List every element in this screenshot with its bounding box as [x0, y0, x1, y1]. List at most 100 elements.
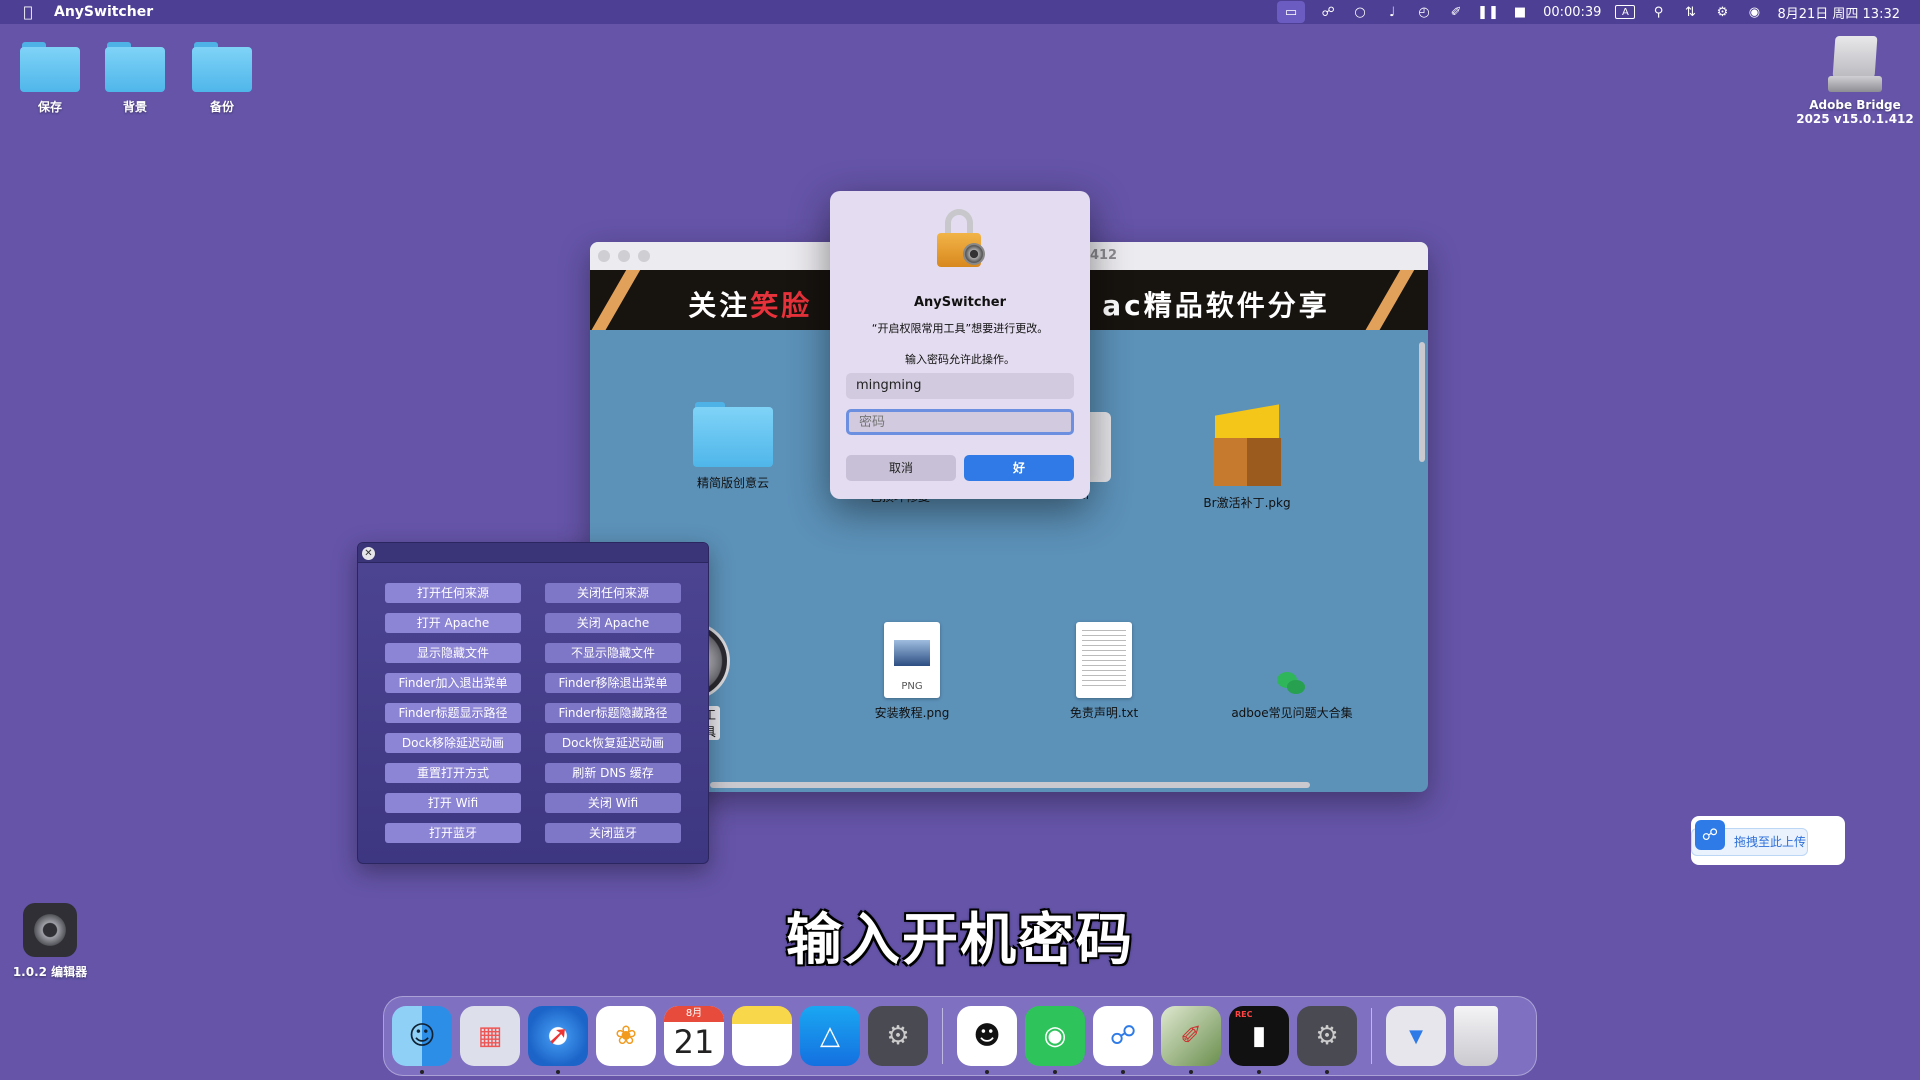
- file-item-disclaimer-txt[interactable]: 免责声明.txt: [1034, 622, 1174, 721]
- tool-button-grid: 打开任何来源 关闭任何来源 打开 Apache 关闭 Apache 显示隐藏文件…: [385, 583, 681, 843]
- vertical-scrollbar[interactable]: [1419, 342, 1425, 462]
- btn-flush-dns[interactable]: 刷新 DNS 缓存: [545, 763, 681, 783]
- wechat-status-icon[interactable]: ○: [1351, 4, 1369, 20]
- editor-icon[interactable]: ✐: [1161, 1006, 1221, 1074]
- banner-text-left: 关注: [688, 289, 751, 322]
- btn-finder-hide-path[interactable]: Finder标题隐藏路径: [545, 703, 681, 723]
- appstore-icon[interactable]: △: [800, 1006, 860, 1066]
- file-item-tutorial-png[interactable]: PNG 安装教程.png: [842, 622, 982, 721]
- video-subtitle: 输入开机密码: [786, 908, 1134, 973]
- dialog-message: “开启权限常用工具”想要进行更改。: [871, 322, 1049, 335]
- horizontal-scrollbar[interactable]: [710, 782, 1310, 788]
- desktop-folder-label: 保存: [37, 100, 62, 114]
- desktop-folder-background[interactable]: 背景: [95, 42, 175, 115]
- window-zoom-button[interactable]: [638, 250, 650, 262]
- control-center-icon[interactable]: ⚙: [1713, 4, 1731, 20]
- dialog-prompt: 输入密码允许此操作。: [905, 353, 1015, 366]
- calendar-day: 21: [673, 1023, 715, 1061]
- btn-enable-any-source[interactable]: 打开任何来源: [385, 583, 521, 603]
- btn-bluetooth-on[interactable]: 打开蓝牙: [385, 823, 521, 843]
- desktop-folder-save[interactable]: 保存: [10, 42, 90, 115]
- time-machine-icon[interactable]: ◴: [1415, 4, 1433, 20]
- input-method-indicator[interactable]: A: [1615, 5, 1636, 19]
- menubar-app-name[interactable]: AnySwitcher: [54, 4, 153, 20]
- btn-hide-hidden-files[interactable]: 不显示隐藏文件: [545, 643, 681, 663]
- btn-show-hidden-files[interactable]: 显示隐藏文件: [385, 643, 521, 663]
- file-item-label: 安装教程.png: [874, 706, 950, 720]
- recorder-icon[interactable]: REC ▮: [1229, 1006, 1289, 1074]
- btn-finder-remove-quit[interactable]: Finder移除退出菜单: [545, 673, 681, 693]
- edit-circle-icon[interactable]: ✐: [1447, 4, 1465, 20]
- calendar-icon[interactable]: 8月 21: [664, 1006, 724, 1066]
- settings-icon[interactable]: ⚙: [1297, 1006, 1357, 1074]
- desktop-folder-backup[interactable]: 备份: [182, 42, 262, 115]
- baidu-netdisk-status-icon[interactable]: ☍: [1319, 4, 1337, 20]
- banner-text-right: ac精品软件分享: [1102, 289, 1330, 322]
- btn-disable-any-source[interactable]: 关闭任何来源: [545, 583, 681, 603]
- launchpad-icon[interactable]: ▦: [460, 1006, 520, 1066]
- png-file-icon: PNG: [884, 622, 940, 698]
- btn-wifi-on[interactable]: 打开 Wifi: [385, 793, 521, 813]
- tool-panel-titlebar[interactable]: ✕: [358, 543, 708, 563]
- notification-bell-icon[interactable]: ♩: [1383, 4, 1401, 20]
- desktop-folder-label: 背景: [122, 100, 147, 114]
- notes-icon[interactable]: [732, 1006, 792, 1066]
- safari-icon[interactable]: ➚: [528, 1006, 588, 1074]
- downloads-stack-icon[interactable]: ▼: [1386, 1006, 1446, 1066]
- permission-tool-panel: ✕ 打开任何来源 关闭任何来源 打开 Apache 关闭 Apache 显示隐藏…: [357, 542, 709, 864]
- finder-icon[interactable]: ☺: [392, 1006, 452, 1074]
- file-item-br-patch-pkg[interactable]: Br激活补丁.pkg: [1177, 404, 1317, 511]
- folder-icon: [20, 42, 80, 92]
- btn-enable-apache[interactable]: 打开 Apache: [385, 613, 521, 633]
- btn-dock-remove-delay[interactable]: Dock移除延迟动画: [385, 733, 521, 753]
- username-field[interactable]: [846, 373, 1074, 399]
- text-file-icon: [1076, 622, 1132, 698]
- wechat-icon[interactable]: ◉: [1025, 1006, 1085, 1074]
- ok-button[interactable]: 好: [964, 455, 1074, 481]
- btn-bluetooth-off[interactable]: 关闭蓝牙: [545, 823, 681, 843]
- photos-icon[interactable]: ❀: [596, 1006, 656, 1066]
- banner-text-highlight: 笑脸: [750, 289, 813, 322]
- qq-icon[interactable]: ☻: [957, 1006, 1017, 1074]
- baidu-netdisk-icon: ☍: [1695, 820, 1725, 850]
- desktop-disk-adobe-bridge[interactable]: Adobe Bridge 2025 v15.0.1.412: [1790, 36, 1920, 126]
- apple-menu-icon[interactable]: : [20, 4, 36, 20]
- upload-drop-widget[interactable]: 拖拽至此上传 ☍: [1691, 816, 1845, 865]
- trash-icon[interactable]: [1454, 1006, 1498, 1066]
- dock: ☺ ▦ ➚ ❀ 8月 21 △ ⚙ ☻ ◉ ☍ ✐ REC ▮ ⚙ ▼: [383, 996, 1537, 1076]
- window-close-button[interactable]: [598, 250, 610, 262]
- btn-dock-restore-delay[interactable]: Dock恢复延迟动画: [545, 733, 681, 753]
- screen-mirroring-icon[interactable]: ▭: [1277, 1, 1306, 23]
- password-field[interactable]: [846, 409, 1074, 435]
- settings-icon[interactable]: ⚙: [868, 1006, 928, 1066]
- btn-disable-apache[interactable]: 关闭 Apache: [545, 613, 681, 633]
- folder-icon: [105, 42, 165, 92]
- file-item-adobe-faq[interactable]: adboe常见问题大合集: [1222, 670, 1362, 721]
- authentication-dialog: AnySwitcher “开启权限常用工具”想要进行更改。 输入密码允许此操作。…: [830, 191, 1090, 499]
- btn-finder-show-path[interactable]: Finder标题显示路径: [385, 703, 521, 723]
- folder-icon: [192, 42, 252, 92]
- menubar-status-area: ▭ ☍ ○ ♩ ◴ ✐ ❚❚ ■ 00:00:39 A ⚲ ⇅ ⚙ ◉ 8月21…: [1277, 0, 1900, 24]
- cancel-button[interactable]: 取消: [846, 455, 956, 481]
- file-item-creative-cloud[interactable]: 精简版创意云: [663, 402, 803, 491]
- close-icon[interactable]: ✕: [362, 547, 375, 560]
- btn-wifi-off[interactable]: 关闭 Wifi: [545, 793, 681, 813]
- lock-icon: [935, 209, 987, 267]
- dialog-title: AnySwitcher: [913, 295, 1007, 310]
- btn-finder-add-quit[interactable]: Finder加入退出菜单: [385, 673, 521, 693]
- wechat-icon: [1275, 670, 1309, 698]
- siri-icon[interactable]: ◉: [1745, 4, 1763, 20]
- btn-reset-open-with[interactable]: 重置打开方式: [385, 763, 521, 783]
- baidu-netdisk-icon[interactable]: ☍: [1093, 1006, 1153, 1074]
- menubar-datetime[interactable]: 8月21日 周四 13:32: [1777, 3, 1900, 22]
- pause-recording-icon[interactable]: ❚❚: [1477, 4, 1499, 20]
- file-item-label: Br激活补丁.pkg: [1203, 496, 1291, 510]
- network-icon[interactable]: ⇅: [1681, 4, 1699, 20]
- package-icon: [1207, 404, 1287, 488]
- stop-recording-icon[interactable]: ■: [1511, 4, 1529, 20]
- spotlight-search-icon[interactable]: ⚲: [1649, 4, 1667, 20]
- disk-label-line2: 2025 v15.0.1.412: [1796, 112, 1914, 126]
- disk-label-line1: Adobe Bridge: [1809, 98, 1901, 112]
- window-minimize-button[interactable]: [618, 250, 630, 262]
- calendar-month: 8月: [664, 1006, 724, 1022]
